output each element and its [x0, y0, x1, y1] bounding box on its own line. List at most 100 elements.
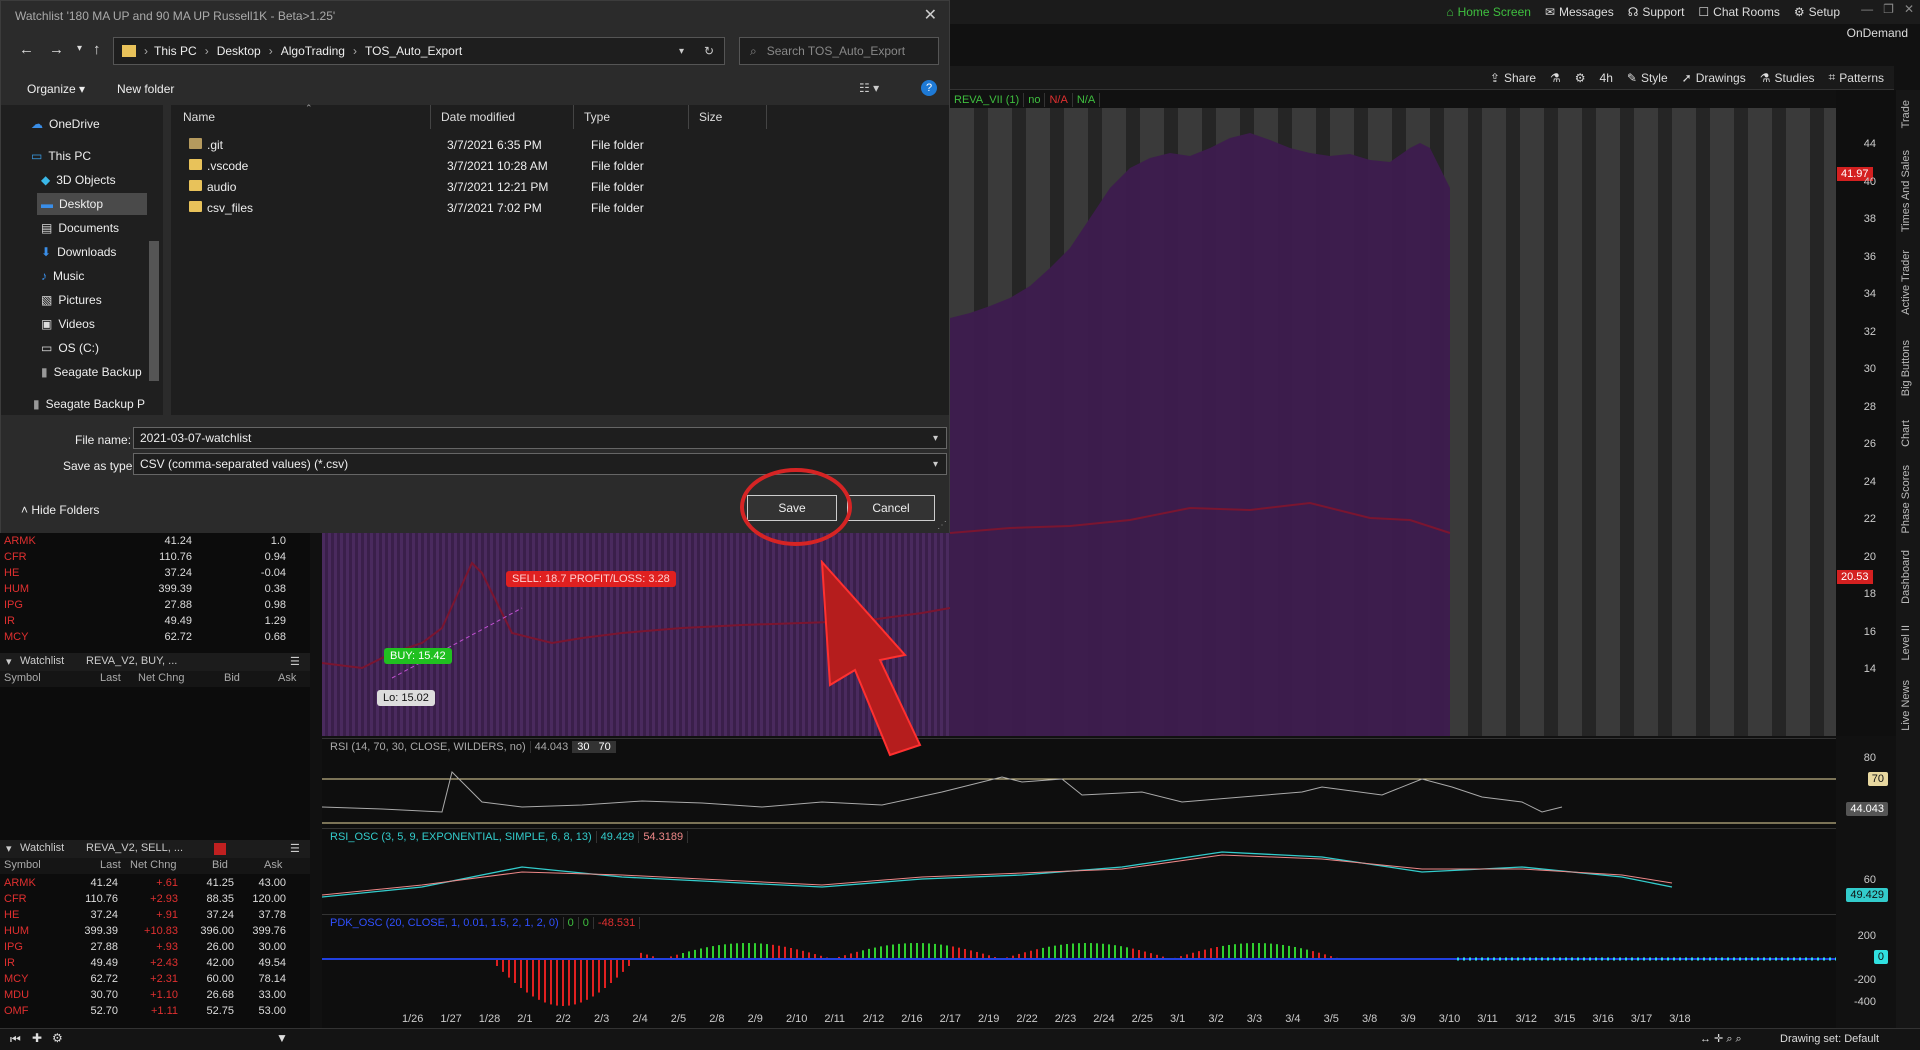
column-type[interactable]: Type — [574, 105, 689, 129]
color-tag-icon[interactable] — [214, 843, 226, 855]
nav-seagate-backup-p[interactable]: ▮ Seagate Backup P — [33, 393, 145, 415]
collapse-down-icon[interactable]: ▼ — [276, 1031, 288, 1045]
collapse-icon[interactable]: ▾ — [6, 655, 12, 668]
up-arrow-icon[interactable]: ↑ — [93, 41, 101, 58]
tab-level-ii[interactable]: Level II — [1900, 625, 1912, 660]
tab-dashboard[interactable]: Dashboard — [1900, 550, 1912, 604]
first-page-icon[interactable]: ⏮ — [10, 1032, 21, 1047]
table-row[interactable]: MDU 30.70 +1.10 26.68 33.00 — [0, 988, 310, 1004]
nav-videos[interactable]: ▣ Videos — [41, 313, 95, 335]
table-row[interactable]: CFR 110.76 +2.93 88.35 120.00 — [0, 892, 310, 908]
nav-this-pc[interactable]: ▭ This PC — [31, 145, 91, 167]
column-date-modified[interactable]: Date modified — [431, 105, 574, 129]
column-name[interactable]: Name — [173, 105, 431, 129]
table-row[interactable]: IR 49.49 1.29 — [0, 614, 310, 630]
restore-icon[interactable]: ❐ — [1883, 2, 1894, 16]
style-button[interactable]: ✎ Style — [1627, 71, 1668, 85]
flask-button[interactable]: ⚗ — [1550, 71, 1561, 85]
table-row[interactable]: ARMK 41.24 +.61 41.25 43.00 — [0, 876, 310, 892]
new-folder-button[interactable]: New folder — [117, 82, 174, 96]
support-link[interactable]: ☊ Support — [1628, 5, 1685, 19]
view-options-icon[interactable]: ☷ ▾ — [859, 81, 879, 95]
tab-times-and-sales[interactable]: Times And Sales — [1900, 150, 1912, 232]
breadcrumb-this-pc[interactable]: This PC — [154, 44, 197, 58]
hide-folders-button[interactable]: ˄ Hide Folders — [21, 503, 99, 517]
tab-active-trader[interactable]: Active Trader — [1900, 250, 1912, 315]
tab-big-buttons[interactable]: Big Buttons — [1900, 340, 1912, 396]
tab-phase-scores[interactable]: Phase Scores — [1900, 465, 1912, 533]
table-row[interactable]: HE 37.24 +.91 37.24 37.78 — [0, 908, 310, 924]
table-row[interactable]: HE 37.24 -0.04 — [0, 566, 310, 582]
nav-scrollbar[interactable] — [149, 241, 159, 381]
nav-pictures[interactable]: ▧ Pictures — [41, 289, 102, 311]
table-row[interactable]: MCY 62.72 +2.31 60.00 78.14 — [0, 972, 310, 988]
breadcrumb-desktop[interactable]: Desktop — [217, 44, 261, 58]
help-icon[interactable]: ? — [921, 80, 937, 96]
chevron-down-icon[interactable]: ▾ — [933, 433, 938, 444]
table-row[interactable]: IR 49.49 +2.43 42.00 49.54 — [0, 956, 310, 972]
messages-link[interactable]: ✉ Messages — [1545, 5, 1614, 19]
menu-icon[interactable]: ☰ — [290, 655, 300, 668]
recent-dropdown-icon[interactable]: ▾ — [77, 43, 82, 54]
timeframe-button[interactable]: 4h — [1600, 71, 1613, 85]
table-row[interactable]: OMF 52.70 +1.11 52.75 53.00 — [0, 1004, 310, 1020]
table-row[interactable]: IPG 27.88 0.98 — [0, 598, 310, 614]
chat-rooms-link[interactable]: ☐ Chat Rooms — [1698, 5, 1779, 19]
drawings-button[interactable]: ➚ Drawings — [1682, 71, 1746, 85]
resize-grip-icon[interactable]: ⋰ — [937, 520, 947, 531]
organize-button[interactable]: Organize ▾ — [27, 82, 85, 96]
forward-arrow-icon[interactable]: → — [49, 41, 64, 58]
table-row[interactable]: MCY 62.72 0.68 — [0, 630, 310, 646]
watchlist-sell-selector[interactable]: REVA_V2, SELL, ... — [86, 842, 183, 854]
setup-link[interactable]: ⚙ Setup — [1794, 5, 1840, 19]
gear-icon[interactable]: ⚙ — [52, 1031, 63, 1045]
cancel-button[interactable]: Cancel — [847, 495, 935, 521]
patterns-button[interactable]: ⌗ Patterns — [1829, 70, 1884, 85]
nav-desktop[interactable]: ▬ Desktop — [37, 193, 147, 215]
file-row[interactable]: .vscode 3/7/2021 10:28 AM File folder — [171, 156, 771, 176]
search-input[interactable]: ⌕ Search TOS_Auto_Export — [739, 37, 939, 65]
refresh-icon[interactable]: ↻ — [704, 44, 714, 58]
chevron-down-icon[interactable]: ▾ — [933, 459, 938, 470]
menu-icon[interactable]: ☰ — [290, 842, 300, 855]
breadcrumb-tos-auto-export[interactable]: TOS_Auto_Export — [365, 44, 462, 58]
close-icon[interactable]: ✕ — [924, 5, 937, 25]
nav-downloads[interactable]: ⬇ Downloads — [41, 241, 116, 263]
column-size[interactable]: Size — [689, 105, 767, 129]
share-button[interactable]: ⇪ Share — [1490, 71, 1536, 85]
watchlist-buy-selector[interactable]: REVA_V2, BUY, ... — [86, 655, 177, 667]
table-row[interactable]: ARMK 41.24 1.0 — [0, 534, 310, 550]
tab-chart[interactable]: Chart — [1900, 420, 1912, 447]
add-icon[interactable]: ✚ — [32, 1031, 42, 1045]
home-screen-link[interactable]: ⌂ Home Screen — [1446, 5, 1531, 19]
file-name-input[interactable]: 2021-03-07-watchlist ▾ — [133, 427, 947, 449]
close-window-icon[interactable]: ✕ — [1904, 2, 1914, 16]
address-bar[interactable]: › This PC › Desktop › AlgoTrading › TOS_… — [113, 37, 725, 65]
nav-music[interactable]: ♪ Music — [41, 265, 84, 287]
file-row[interactable]: csv_files 3/7/2021 7:02 PM File folder — [171, 198, 771, 218]
collapse-icon[interactable]: ▾ — [6, 842, 12, 855]
minimize-icon[interactable]: — — [1861, 2, 1873, 16]
nav-seagate-backup[interactable]: ▮ Seagate Backup — [41, 361, 142, 383]
tab-trade[interactable]: Trade — [1900, 100, 1912, 128]
back-arrow-icon[interactable]: ← — [19, 41, 34, 58]
nav-os-c[interactable]: ▭ OS (C:) — [41, 337, 99, 359]
nav-documents[interactable]: ▤ Documents — [41, 217, 119, 239]
tab-live-news[interactable]: Live News — [1900, 680, 1912, 731]
file-row[interactable]: audio 3/7/2021 12:21 PM File folder — [171, 177, 771, 197]
table-row[interactable]: HUM 399.39 0.38 — [0, 582, 310, 598]
table-row[interactable]: CFR 110.76 0.94 — [0, 550, 310, 566]
file-row[interactable]: .git 3/7/2021 6:35 PM File folder — [171, 135, 771, 155]
studies-button[interactable]: ⚗ Studies — [1760, 71, 1815, 85]
nav-onedrive[interactable]: ☁ OneDrive — [31, 113, 100, 135]
table-row[interactable]: IPG 27.88 +.93 26.00 30.00 — [0, 940, 310, 956]
save-type-select[interactable]: CSV (comma-separated values) (*.csv) ▾ — [133, 453, 947, 475]
price-chart[interactable] — [950, 108, 1836, 736]
chevron-down-icon[interactable]: ▾ — [679, 46, 684, 57]
table-row[interactable]: HUM 399.39 +10.83 396.00 399.76 — [0, 924, 310, 940]
settings-button[interactable]: ⚙ — [1575, 71, 1586, 85]
breadcrumb-algotrading[interactable]: AlgoTrading — [281, 44, 345, 58]
ondemand-button[interactable]: OnDemand — [1847, 26, 1908, 40]
nav-3d-objects[interactable]: ◆ 3D Objects — [41, 169, 116, 191]
zoom-controls[interactable]: ↔ ✛ ⌕ ⌕ — [1700, 1032, 1742, 1046]
